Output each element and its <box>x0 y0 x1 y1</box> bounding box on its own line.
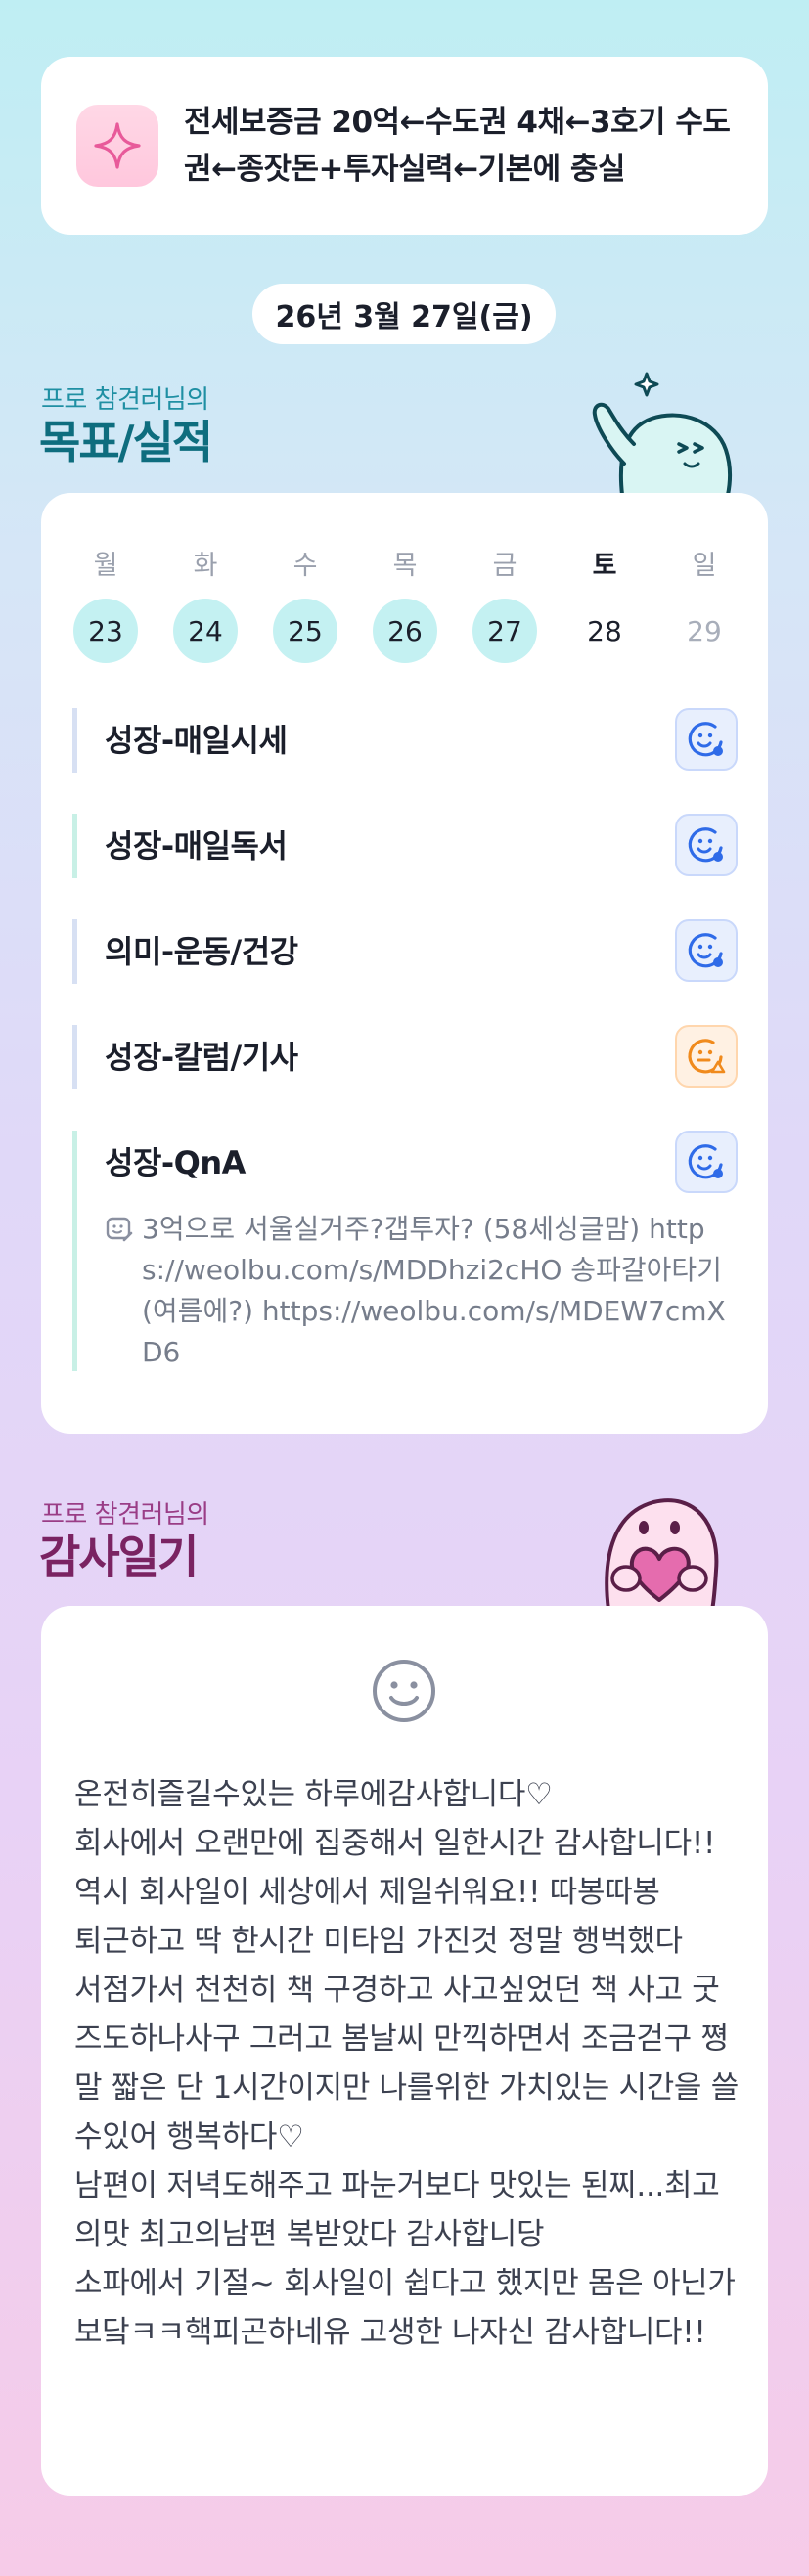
day-29[interactable]: 29 <box>672 599 737 663</box>
note-edit-icon <box>106 1217 133 1242</box>
status-button[interactable] <box>675 919 738 982</box>
smile-face-icon[interactable] <box>370 1657 438 1725</box>
day-25[interactable]: 25 <box>273 599 337 663</box>
gratitude-section-title: 감사일기 <box>39 1531 199 1583</box>
weekday-label: 수 <box>292 551 318 581</box>
date-selector[interactable]: 26년 3월 27일(금) <box>252 284 556 344</box>
goal-text: 전세보증금 20억←수도권 4채←3호기 수도권←종잣돈+투자실력←기본에 충실 <box>184 105 731 187</box>
goal-item[interactable]: 성장-매일독서 <box>72 814 738 878</box>
weekday-label: 금 <box>492 551 517 581</box>
mascot-heart-icon <box>605 1498 719 1610</box>
day-23[interactable]: 23 <box>73 599 138 663</box>
smile-check-icon <box>688 1144 723 1179</box>
goal-note-text: 3억으로 서울실거주?갭투자? (58세싱글맘) https://weolbu.… <box>142 1213 726 1368</box>
weekday-label: 일 <box>692 551 717 581</box>
smile-warning-icon <box>688 1039 726 1074</box>
weekday-label-today: 토 <box>592 551 617 581</box>
status-button[interactable] <box>675 1025 738 1088</box>
day-26[interactable]: 26 <box>373 599 437 663</box>
goal-item-with-note[interactable]: 성장-QnA 3억으로 서울실거주?갭투자? (58세싱글맘) https://… <box>72 1131 738 1371</box>
day-27[interactable]: 27 <box>472 599 537 663</box>
goals-section-title: 목표/실적 <box>39 416 213 468</box>
goal-name: 성장-QnA <box>105 1144 246 1181</box>
day-24[interactable]: 24 <box>173 599 238 663</box>
status-button[interactable] <box>675 1131 738 1193</box>
goal-item[interactable]: 의미-운동/건강 <box>72 919 738 984</box>
goals-card: 월 화 수 목 금 토 일 23 24 25 26 27 28 29 성장-매일… <box>41 493 768 1434</box>
day-28[interactable]: 28 <box>572 599 637 663</box>
smile-check-icon <box>688 933 723 968</box>
goal-name: 의미-운동/건강 <box>105 933 298 970</box>
sparkle-icon <box>76 105 158 187</box>
weekday-label: 화 <box>193 551 218 581</box>
weekday-label: 월 <box>93 551 118 581</box>
goal-item[interactable]: 성장-칼럼/기사 <box>72 1025 738 1089</box>
smile-check-icon <box>688 722 723 757</box>
status-button[interactable] <box>675 708 738 771</box>
smile-check-icon <box>688 827 723 863</box>
status-button[interactable] <box>675 814 738 876</box>
goal-note: 3억으로 서울실거주?갭투자? (58세싱글맘) https://weolbu.… <box>105 1209 738 1373</box>
goal-name: 성장-칼럼/기사 <box>105 1039 298 1076</box>
goal-banner[interactable]: 전세보증금 20억←수도권 4채←3호기 수도권←종잣돈+투자실력←기본에 충실 <box>41 57 768 235</box>
goal-item[interactable]: 성장-매일시세 <box>72 708 738 773</box>
weekday-row: 월 화 수 목 금 토 일 <box>41 544 768 581</box>
goal-name: 성장-매일시세 <box>105 722 288 759</box>
gratitude-card: 온전히즐길수있는 하루에감사합니다♡ 회사에서 오랜만에 집중해서 일한시간 감… <box>41 1606 768 2496</box>
mascot-waving-icon <box>592 372 732 495</box>
weekday-label: 목 <box>392 551 418 581</box>
goal-name: 성장-매일독서 <box>105 827 288 865</box>
gratitude-text: 온전히즐길수있는 하루에감사합니다♡ 회사에서 오랜만에 집중해서 일한시간 감… <box>74 1777 739 2350</box>
